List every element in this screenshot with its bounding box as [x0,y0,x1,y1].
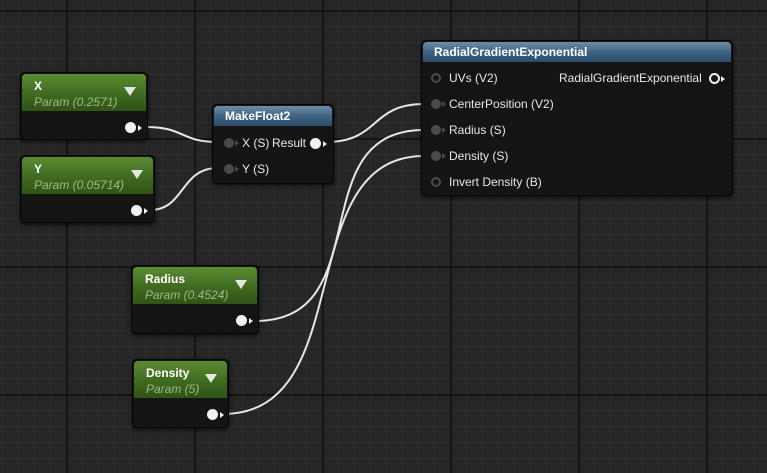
param-header: Y Param (0.05714) [22,157,153,194]
param-header: Density Param (5) [134,361,227,398]
input-pin[interactable] [431,125,441,135]
output-arrow-icon [249,318,253,324]
radial-gradient-exponential-node[interactable]: RadialGradientExponential UVs (V2) Radia… [421,40,733,196]
node-title: RadialGradientExponential [434,45,588,59]
output-arrow-icon [323,141,327,147]
input-pin-row[interactable]: Y (S) [224,162,304,176]
input-label: CenterPosition (V2) [449,97,554,111]
input-pin[interactable] [431,99,441,109]
output-pin[interactable] [236,315,247,326]
input-pin-radius[interactable]: Radius (S) [431,123,551,137]
dropdown-triangle-icon[interactable] [124,87,136,96]
input-pin[interactable] [431,177,441,187]
input-label: Density (S) [449,149,509,163]
param-header: X Param (0.2571) [22,74,146,111]
input-pin-uvs[interactable]: UVs (V2) [431,71,551,85]
input-label: Invert Density (B) [449,175,542,189]
input-pin-invert-density[interactable]: Invert Density (B) [431,175,571,189]
input-label: UVs (V2) [449,71,498,85]
output-pin[interactable] [125,122,136,133]
input-arrow-icon [442,127,446,133]
param-name: X [34,79,43,93]
input-pin[interactable] [224,138,234,148]
output-arrow-icon [220,412,224,418]
param-name: Radius [145,272,186,286]
param-node-y[interactable]: Y Param (0.05714) [20,155,155,223]
param-node-radius[interactable]: Radius Param (0.4524) [131,265,259,334]
param-name: Density [146,366,190,380]
graph-canvas[interactable]: X Param (0.2571) Y Param (0.05714) Radiu… [0,0,767,473]
param-header: Radius Param (0.4524) [133,267,257,304]
param-value: Param (5) [146,382,200,396]
input-pin[interactable] [431,73,441,83]
dropdown-triangle-icon[interactable] [235,280,247,289]
input-arrow-icon [235,166,239,172]
input-pin-centerposition[interactable]: CenterPosition (V2) [431,97,571,111]
output-pin[interactable] [207,409,218,420]
output-pin[interactable] [709,73,720,84]
input-label: Y (S) [242,162,270,176]
output-pin[interactable] [310,138,321,149]
output-arrow-icon [144,208,148,214]
node-title: MakeFloat2 [225,109,291,123]
param-value: Param (0.2571) [34,95,118,109]
makefloat2-node[interactable]: MakeFloat2 X (S) Result Y (S) [212,104,334,184]
input-label: X (S) [242,136,270,150]
input-arrow-icon [442,101,446,107]
param-value: Param (0.05714) [34,178,125,192]
wire-y-to-makefloat2-y[interactable] [149,167,219,211]
dropdown-triangle-icon[interactable] [205,374,217,383]
input-pin-density[interactable]: Density (S) [431,149,551,163]
output-pin[interactable] [131,205,142,216]
node-header: MakeFloat2 [214,106,332,126]
param-node-density[interactable]: Density Param (5) [132,359,229,428]
output-label: RadialGradientExponential [559,71,702,85]
wire-x-to-makefloat2-x[interactable] [145,126,219,143]
output-arrow-icon [721,76,725,82]
node-header: RadialGradientExponential [423,42,731,62]
param-node-x[interactable]: X Param (0.2571) [20,72,148,140]
input-arrow-icon [235,140,239,146]
input-pin[interactable] [431,151,441,161]
param-name: Y [34,162,43,176]
output-label: Result [272,136,307,150]
input-arrow-icon [442,153,446,159]
input-pin[interactable] [224,164,234,174]
param-value: Param (0.4524) [145,288,229,302]
wire-makefloat2-to-centerposition[interactable] [325,103,425,143]
input-label: Radius (S) [449,123,506,137]
dropdown-triangle-icon[interactable] [131,170,143,179]
output-arrow-icon [138,125,142,131]
